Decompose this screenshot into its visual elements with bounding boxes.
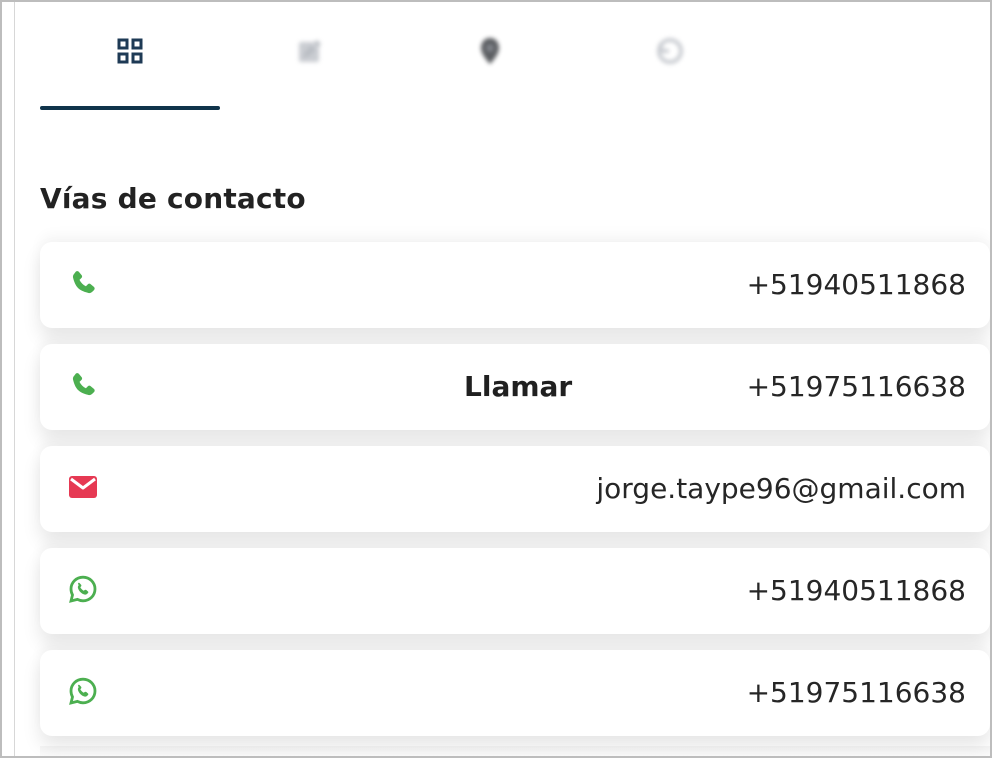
contact-row-whatsapp-2[interactable]: +51975116638 <box>40 650 990 736</box>
contact-row-email[interactable]: jorge.taype96@gmail.com <box>40 446 990 532</box>
edit-icon <box>299 40 321 62</box>
contact-methods-title: Vías de contacto <box>40 182 306 215</box>
phone-icon <box>72 271 95 294</box>
tab-edit[interactable] <box>220 2 400 110</box>
whatsapp-number: +51940511868 <box>746 574 966 607</box>
email-address: jorge.taype96@gmail.com <box>596 472 966 505</box>
mail-icon <box>69 476 97 498</box>
tab-bar <box>40 2 760 110</box>
phone-icon <box>72 373 95 396</box>
whatsapp-icon <box>69 575 97 603</box>
tab-dashboard[interactable] <box>40 2 220 110</box>
location-pin-icon <box>481 38 499 64</box>
whatsapp-number: +51975116638 <box>746 676 966 709</box>
phone-number: +51940511868 <box>746 268 966 301</box>
next-card-shadow <box>40 746 990 756</box>
grid-icon <box>117 38 143 64</box>
phone-number: +51975116638 <box>746 370 966 403</box>
contact-row-phone-2[interactable]: Llamar +51975116638 <box>40 344 990 430</box>
contact-page: Vías de contacto +51940511868 Llamar +51… <box>14 2 990 756</box>
active-tab-indicator <box>40 106 220 110</box>
tab-location[interactable] <box>400 2 580 110</box>
contact-row-phone-1[interactable]: +51940511868 <box>40 242 990 328</box>
tab-history[interactable] <box>580 2 760 110</box>
whatsapp-icon <box>69 677 97 705</box>
history-icon <box>657 38 683 64</box>
contact-row-whatsapp-1[interactable]: +51940511868 <box>40 548 990 634</box>
call-action-label[interactable]: Llamar <box>464 368 572 406</box>
app-window: Vías de contacto +51940511868 Llamar +51… <box>0 0 992 758</box>
